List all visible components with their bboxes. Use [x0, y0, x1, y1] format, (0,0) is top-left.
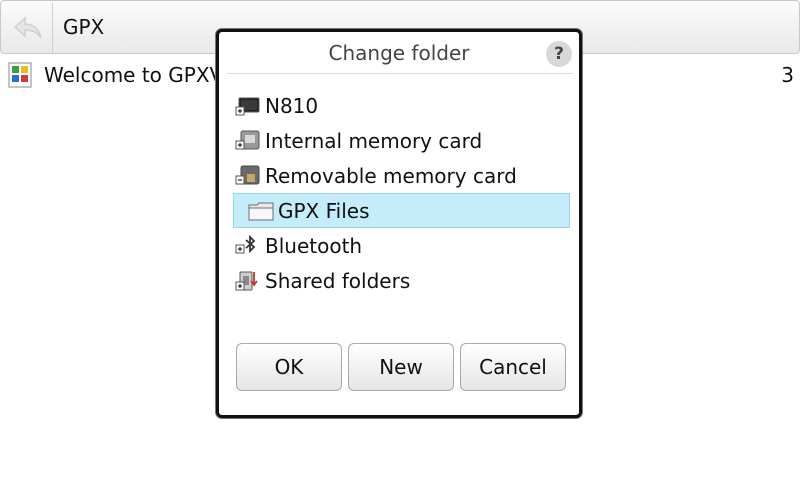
tree-item-label: Internal memory card	[265, 128, 483, 153]
gpx-file-icon	[8, 62, 32, 88]
tree-item-label: Bluetooth	[265, 233, 363, 258]
tree-item-gpx-files[interactable]: GPX Files	[233, 193, 570, 228]
folder-tree: N810 Internal memory card Removable memo…	[233, 88, 570, 298]
folder-icon	[246, 196, 276, 226]
tree-item-bluetooth[interactable]: Bluetooth	[233, 228, 569, 263]
dialog-separator	[227, 73, 573, 74]
help-button[interactable]: ?	[546, 41, 572, 67]
tree-item-label: Shared folders	[265, 268, 411, 293]
shared-folder-icon	[233, 266, 263, 296]
cancel-button[interactable]: Cancel	[460, 343, 566, 391]
tree-item-n810[interactable]: N810	[233, 88, 569, 123]
tree-item-internal-memory[interactable]: Internal memory card	[233, 123, 569, 158]
app-title: GPX	[63, 15, 105, 39]
back-arrow-icon	[13, 16, 42, 39]
dialog-buttons: OK New Cancel	[236, 343, 566, 391]
device-icon	[233, 91, 263, 121]
tree-item-label: N810	[265, 93, 319, 118]
change-folder-dialog: Change folder ? N810 Internal memory car…	[216, 29, 582, 418]
ok-button[interactable]: OK	[236, 343, 342, 391]
memory-card-icon	[233, 126, 263, 156]
tree-item-label: Removable memory card	[265, 163, 517, 188]
list-item-count: 3	[781, 63, 794, 87]
dialog-title: Change folder	[328, 41, 470, 65]
tree-item-removable-memory[interactable]: Removable memory card	[233, 158, 569, 193]
back-button[interactable]	[3, 3, 53, 53]
removable-card-icon	[233, 161, 263, 191]
list-item-label: Welcome to GPXVi	[44, 63, 229, 87]
tree-item-label: GPX Files	[278, 198, 370, 223]
tree-item-shared-folders[interactable]: Shared folders	[233, 263, 569, 298]
bluetooth-icon	[233, 231, 263, 261]
new-button[interactable]: New	[348, 343, 454, 391]
